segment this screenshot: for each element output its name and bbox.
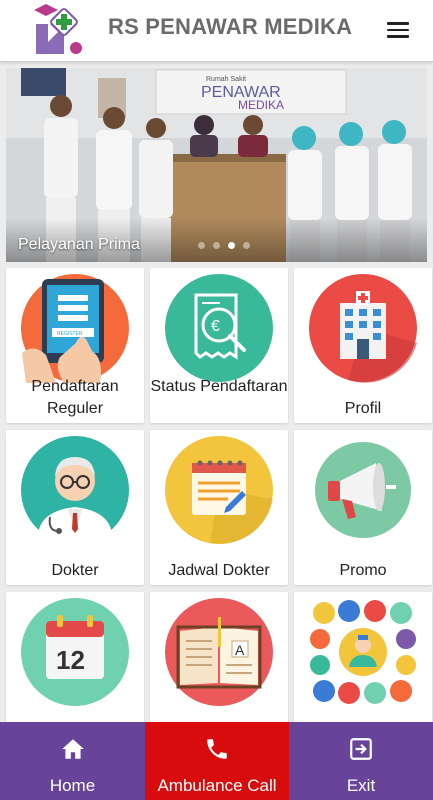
tile-label: Pendaftaran Reguler	[31, 378, 119, 417]
nav-ambulance-call[interactable]: Ambulance Call	[145, 722, 289, 800]
open-book-icon: A	[165, 598, 273, 706]
tile-jadwal-dokter[interactable]: Jadwal Dokter	[150, 430, 288, 585]
svg-text:12: 12	[56, 645, 85, 675]
exit-icon	[350, 738, 372, 760]
tile-pendaftaran-reguler[interactable]: REGISTER Pendaftaran Reguler	[6, 268, 144, 423]
slide-caption: Pelayanan Prima	[18, 236, 140, 253]
hospital-building-icon	[309, 274, 417, 383]
tile-profil[interactable]: Profil	[294, 268, 432, 423]
register-tablet-icon: REGISTER	[21, 274, 129, 383]
slide-photo: Rumah Sakit PENAWAR MEDIKA	[6, 68, 427, 262]
svg-text:A: A	[235, 642, 245, 658]
sign-small-text: Rumah Sakit	[206, 76, 246, 83]
slider-dot[interactable]	[213, 242, 220, 249]
svg-text:REGISTER: REGISTER	[57, 331, 83, 337]
phone-icon	[207, 739, 227, 759]
tile-label: Jadwal Dokter	[168, 562, 270, 579]
medical-services-icon	[310, 600, 416, 704]
home-icon	[61, 739, 84, 759]
tile-promo[interactable]: Promo	[294, 430, 432, 585]
slider-dots	[198, 242, 250, 249]
tile-label: Profil	[344, 400, 382, 417]
slider-dot[interactable]	[198, 242, 205, 249]
hospital-logo-icon	[34, 4, 82, 54]
slider-dot[interactable]	[243, 242, 250, 249]
tile-status-pendaftaran[interactable]: € Status Pendaftaran	[150, 268, 288, 423]
doctor-icon	[21, 436, 129, 545]
nav-exit[interactable]: Exit	[289, 722, 433, 800]
app-title: RS PENAWAR MEDIKA	[108, 14, 353, 39]
nav-ambulance-label: Ambulance Call	[157, 776, 277, 795]
sign-line2-text: MEDIKA	[238, 98, 284, 112]
svg-text:€: €	[211, 318, 220, 335]
receipt-search-icon: €	[165, 274, 273, 382]
nav-exit-label: Exit	[346, 776, 376, 795]
schedule-notepad-icon	[165, 436, 273, 544]
bottom-nav: Home Ambulance Call Exit	[0, 722, 433, 800]
tile-label: Dokter	[51, 562, 99, 579]
slider-dot-active[interactable]	[228, 242, 235, 249]
app-header: RS PENAWAR MEDIKA	[0, 0, 433, 62]
nav-home[interactable]: Home	[0, 722, 145, 800]
nav-home-label: Home	[49, 776, 96, 795]
tile-dokter[interactable]: Dokter	[6, 430, 144, 585]
megaphone-icon	[315, 442, 411, 538]
tile-label: Promo	[339, 562, 387, 579]
tile-label: Status Pendaftaran	[150, 378, 288, 395]
hamburger-menu-button[interactable]	[384, 18, 412, 42]
calendar-icon: 12	[21, 598, 129, 706]
hamburger-menu-icon	[387, 22, 409, 25]
image-slider[interactable]: Rumah Sakit PENAWAR MEDIKA Pelayanan Pri…	[6, 68, 427, 262]
app-root: RS PENAWAR MEDIKA Rumah Sakit PENAWAR ME…	[0, 0, 433, 800]
